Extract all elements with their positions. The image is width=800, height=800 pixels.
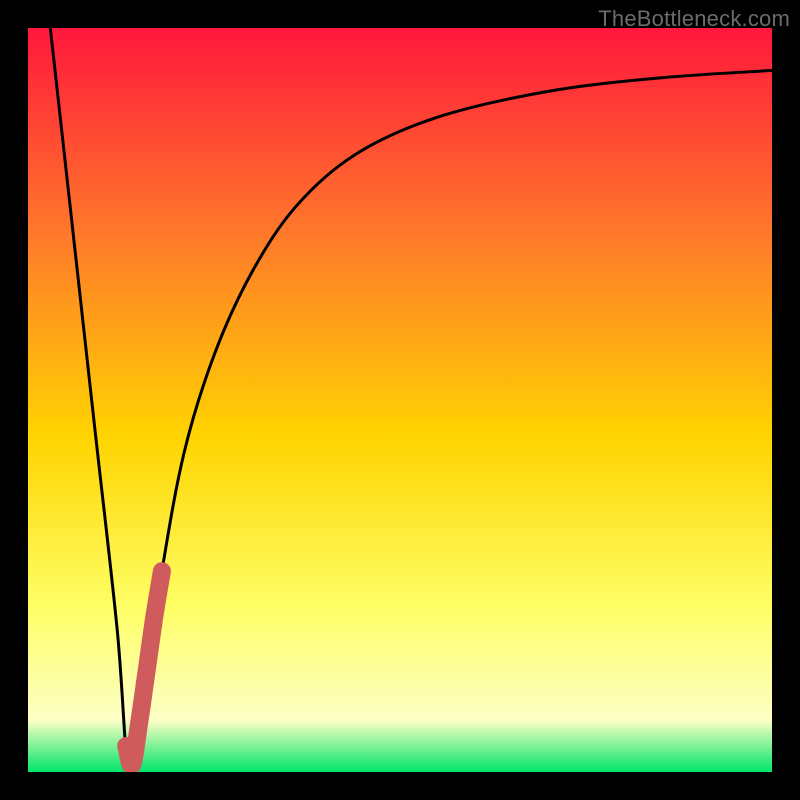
chart-frame: TheBottleneck.com [0,0,800,800]
plot-svg [28,28,772,772]
watermark-text: TheBottleneck.com [598,6,790,32]
plot-area [28,28,772,772]
